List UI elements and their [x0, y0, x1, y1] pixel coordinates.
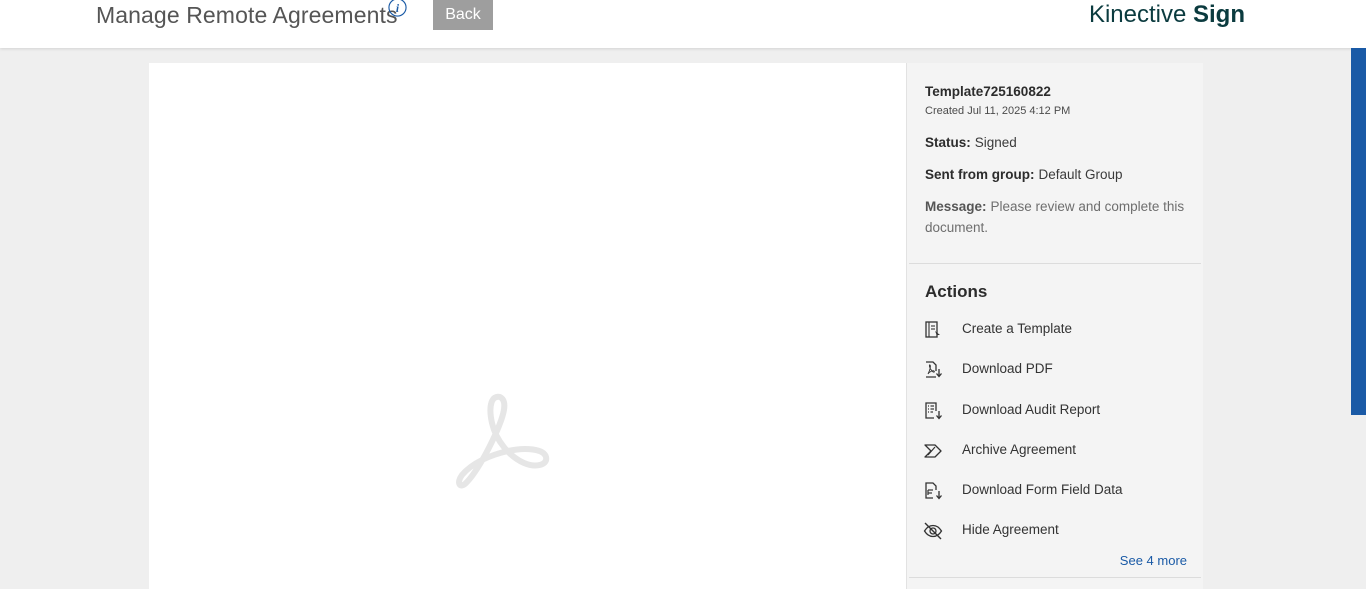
action-label: Create a Template [962, 321, 1073, 336]
agreement-side-panel: Template725160822 Created Jul 11, 2025 4… [906, 63, 1203, 589]
brand-name-bold: Sign [1193, 1, 1245, 28]
section-divider [909, 577, 1201, 578]
archive-icon [924, 444, 942, 458]
scrollbar-thumb[interactable] [1351, 48, 1366, 415]
form-data-icon [925, 482, 942, 500]
page-title: Manage Remote Agreements [96, 2, 398, 28]
status-value: Signed [974, 135, 1017, 150]
download-pdf-icon [926, 361, 942, 378]
download-form-field-data-action[interactable]: Download Form Field Data [923, 478, 1193, 504]
action-label: Archive Agreement [962, 442, 1077, 457]
acrobat-icon [456, 393, 550, 489]
app-header: Manage Remote Agreements i Back Kinectiv… [0, 0, 1366, 48]
action-label: Download Audit Report [962, 402, 1101, 417]
group-row: Sent from group: Default Group [925, 164, 1185, 185]
action-label: Download Form Field Data [962, 482, 1123, 497]
see-more-link[interactable]: See 4 more [1120, 553, 1187, 568]
create-template-action[interactable]: Create a Template [923, 317, 1193, 343]
archive-agreement-action[interactable]: Archive Agreement [923, 438, 1193, 464]
back-button[interactable]: Back [433, 0, 493, 30]
action-label: Download PDF [962, 361, 1053, 376]
status-label: Status: [925, 135, 971, 150]
info-icon[interactable]: i [388, 0, 407, 17]
hide-agreement-action[interactable]: Hide Agreement [923, 518, 1193, 544]
actions-title: Actions [925, 282, 988, 301]
hide-eye-icon [923, 522, 943, 540]
svg-text:i: i [396, 3, 400, 15]
message-label: Message: [925, 199, 987, 214]
group-label: Sent from group: [925, 167, 1035, 182]
download-audit-report-action[interactable]: Download Audit Report [923, 398, 1193, 424]
message-row: Message: Please review and complete this … [925, 196, 1185, 238]
agreement-name: Template725160822 [925, 84, 1051, 99]
template-icon [925, 321, 940, 338]
brand-name-light: Kinective [1088, 1, 1187, 28]
section-divider [909, 263, 1201, 264]
document-viewer [149, 63, 906, 589]
download-pdf-action[interactable]: Download PDF [923, 357, 1193, 383]
action-label: Hide Agreement [962, 522, 1059, 537]
group-value: Default Group [1038, 167, 1123, 182]
status-row: Status: Signed [925, 132, 1185, 153]
audit-report-icon [925, 402, 942, 420]
brand-logo: Kinective Sign [1089, 1, 1245, 29]
created-date: Created Jul 11, 2025 4:12 PM [925, 105, 1071, 117]
